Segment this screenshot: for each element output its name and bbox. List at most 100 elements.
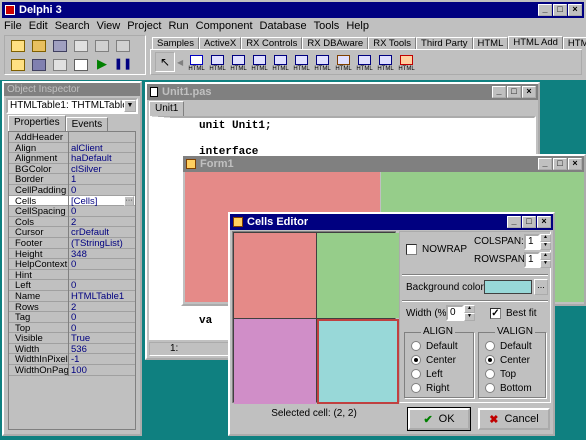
html-component-icon[interactable]: HTML [313,51,332,73]
cells-editor-title-bar[interactable]: Cells Editor _ □ × [230,214,553,230]
html-component-icon[interactable]: HTML [376,51,395,73]
property-row[interactable]: Cursor crDefault [9,227,135,239]
palette-tab-third-party[interactable]: Third Party [416,37,473,49]
align-default-radio[interactable]: Default [411,341,458,352]
valign-bottom-radio[interactable]: Bottom [485,383,532,394]
property-row[interactable]: Cells [Cells] ··· [9,195,135,207]
property-row[interactable]: AddHeader [9,132,135,143]
property-value[interactable]: 100 [69,365,135,376]
minimize-icon[interactable]: _ [507,216,521,228]
property-value[interactable]: 0 [69,312,135,323]
down-arrow-icon[interactable]: ▼ [464,313,475,321]
property-value[interactable] [69,270,135,281]
cell-1-2[interactable] [317,233,399,318]
property-value[interactable]: (TStringList) [69,238,135,249]
radio-icon[interactable] [485,383,495,394]
up-arrow-icon[interactable]: ▲ [540,234,551,242]
background-color-swatch[interactable] [484,280,532,294]
nowrap-check-box[interactable] [406,244,417,255]
radio-icon[interactable] [411,355,421,366]
property-row[interactable]: Alignment haDefault [9,153,135,165]
close-icon[interactable]: × [522,86,536,98]
property-value[interactable]: 0 [69,185,135,196]
menu-component[interactable]: Component [196,20,253,32]
property-row[interactable]: Top 0 [9,322,135,334]
bestfit-checkbox[interactable]: ✓ Best fit [490,308,537,319]
palette-tab-samples[interactable]: Samples [152,37,199,49]
maximize-icon[interactable]: □ [522,216,536,228]
cell-2-1[interactable] [234,319,316,404]
property-row[interactable]: Name HTMLTable1 [9,290,135,302]
rowspan-stepper[interactable]: ▲ ▼ [540,252,551,268]
property-value[interactable]: True [69,333,135,344]
menu-project[interactable]: Project [127,20,161,32]
html-component-icon[interactable]: HTML [334,51,353,73]
scroll-left-icon[interactable]: ◀ [177,58,185,67]
html-component-icon[interactable]: HTML [355,51,374,73]
tab-properties[interactable]: Properties [8,115,66,131]
property-row[interactable]: Footer (TStringList) [9,237,135,249]
radio-icon[interactable] [485,341,495,352]
property-value[interactable]: alClient [69,143,135,154]
new-icon[interactable] [11,40,25,52]
property-value[interactable]: 536 [69,344,135,355]
property-value[interactable]: 0 [69,323,135,334]
save-all-icon[interactable] [32,59,46,71]
background-color-button[interactable]: ... [534,279,548,295]
editor-title-bar[interactable]: Unit1.pas _ □ × [147,84,538,100]
property-row[interactable]: Hint [9,269,135,281]
property-row[interactable]: Rows 2 [9,301,135,313]
property-value[interactable]: clSilver [69,164,135,175]
open-project-icon[interactable] [11,59,25,71]
cell-2-2[interactable] [317,319,399,404]
close-icon[interactable]: × [568,4,582,16]
radio-icon[interactable] [411,383,421,394]
menu-view[interactable]: View [97,20,121,32]
palette-tab-activex[interactable]: ActiveX [198,37,242,49]
save-icon[interactable] [53,40,67,52]
nowrap-checkbox[interactable]: NOWRAP [406,244,467,255]
property-row[interactable]: Tag 0 [9,312,135,324]
property-row[interactable]: HelpContext 0 [9,259,135,271]
palette-tab-html[interactable]: HTML [472,37,509,49]
menu-edit[interactable]: Edit [29,20,48,32]
menu-database[interactable]: Database [260,20,307,32]
palette-tab-rx-controls[interactable]: RX Controls [241,37,303,49]
width-stepper[interactable]: ▲ ▼ [464,305,475,321]
menu-file[interactable]: File [4,20,22,32]
html-component-icon[interactable]: HTML [397,51,416,73]
close-icon[interactable]: × [568,158,582,170]
chevron-down-icon[interactable]: ▼ [124,100,136,112]
radio-icon[interactable] [485,369,495,380]
toggle-form-icon[interactable] [116,40,130,52]
valign-default-radio[interactable]: Default [485,341,532,352]
align-right-radio[interactable]: Right [411,383,449,394]
property-value[interactable]: haDefault [69,153,135,164]
property-row[interactable]: Border 1 [9,174,135,186]
rowspan-input[interactable]: 1 [524,252,540,268]
property-row[interactable]: Left 0 [9,280,135,292]
property-value[interactable]: crDefault [69,227,135,238]
maximize-icon[interactable]: □ [553,158,567,170]
menu-run[interactable]: Run [168,20,188,32]
align-left-radio[interactable]: Left [411,369,443,380]
pause-icon[interactable]: ❚❚ [113,56,133,74]
remove-file-icon[interactable] [53,59,67,71]
form1-title-bar[interactable]: Form1 _ □ × [183,156,584,172]
palette-tab-html-add[interactable]: HTML Add [508,36,563,49]
property-row[interactable]: Height 348 [9,248,135,260]
property-value[interactable]: 0 [69,206,135,217]
close-icon[interactable]: × [537,216,551,228]
bestfit-check-box[interactable]: ✓ [490,308,501,319]
inspector-object-select[interactable]: HTMLTable1: THTMLTable ▼ [6,98,138,114]
open-icon[interactable] [32,40,46,52]
property-row[interactable]: Align alClient [9,142,135,154]
html-component-icon[interactable]: HTML [187,51,206,73]
colspan-stepper[interactable]: ▲ ▼ [540,234,551,250]
up-arrow-icon[interactable]: ▲ [464,305,475,313]
width-input[interactable]: 0 [446,305,464,321]
main-title-bar[interactable]: Delphi 3 _ □ × [2,2,584,18]
tab-unit1[interactable]: Unit1 [149,101,185,117]
ellipsis-button[interactable]: ··· [124,195,134,206]
radio-icon[interactable] [485,355,495,366]
